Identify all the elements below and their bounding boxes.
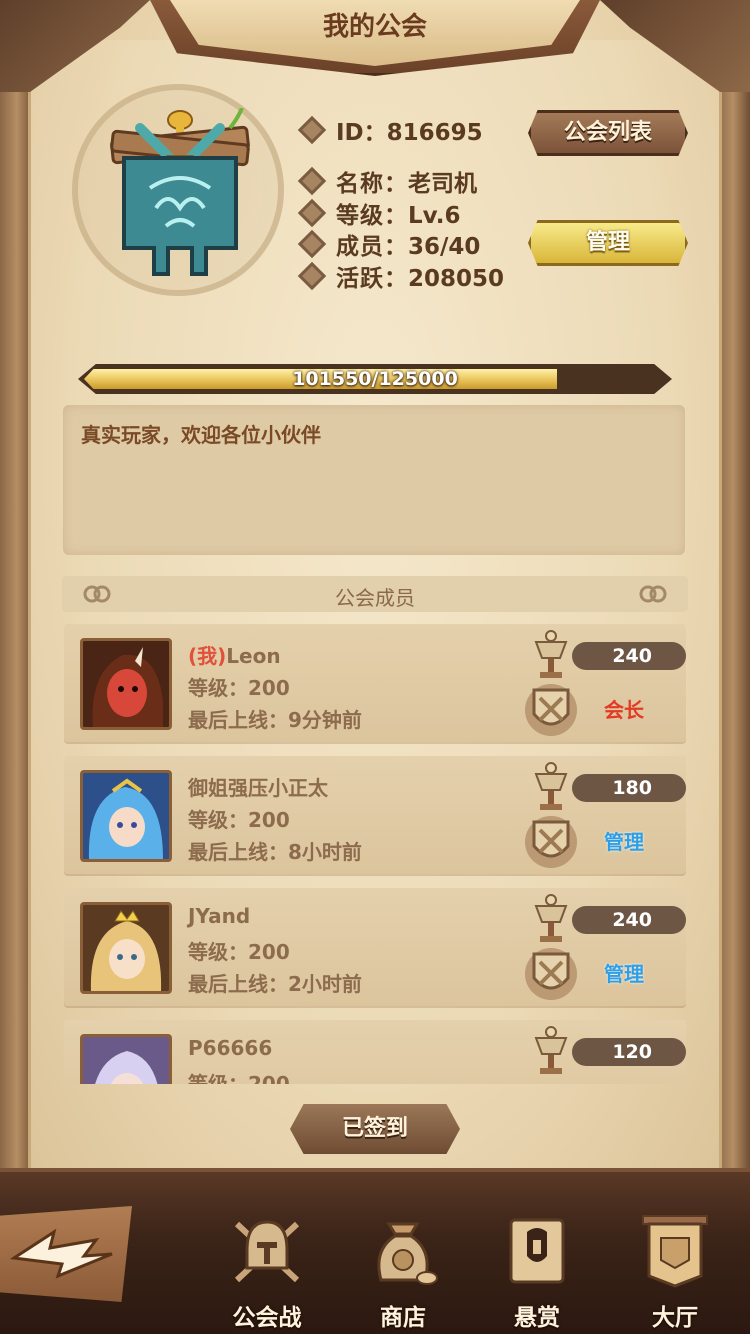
crossed-swords-shield-icon[interactable]	[522, 812, 580, 870]
announcement-text: 真实玩家，欢迎各位小伙伴	[81, 423, 321, 447]
mage-girl-portrait-icon	[83, 773, 169, 859]
guild-banner-icon	[642, 1215, 708, 1288]
member-name: P66666	[188, 1036, 273, 1060]
member-role: 管理	[604, 962, 644, 986]
guild-list-button[interactable]: 公会列表	[528, 110, 688, 156]
member-level: 等级：200	[188, 676, 290, 700]
diamond-bullet-icon	[297, 229, 327, 259]
diamond-bullet-icon	[297, 198, 327, 228]
guild-level: Lv.6	[408, 203, 461, 229]
member-level: 等级：200	[188, 1072, 290, 1084]
guild-activity-row: 活跃：208050	[297, 261, 505, 292]
guild-member-count: 36/40	[408, 234, 481, 260]
member-last-online: 最后上线：2小时前	[188, 972, 362, 996]
guild-activity: 208050	[408, 266, 505, 292]
member-last-online: 最后上线：9分钟前	[188, 708, 362, 732]
avatar[interactable]	[80, 902, 172, 994]
princess-portrait-icon	[83, 905, 169, 991]
diamond-bullet-icon	[297, 261, 327, 291]
member-name: (我)Leon	[188, 644, 281, 668]
crossed-swords-shield-icon[interactable]	[522, 944, 580, 1002]
back-arrow-icon	[9, 1228, 113, 1279]
bounty-scroll-icon	[509, 1218, 565, 1284]
members-section-title: 公会成员	[335, 586, 415, 610]
contribution-score: 240	[572, 642, 686, 670]
nav-hall[interactable]: 大厅	[620, 1210, 730, 1331]
nav-bounty-label: 悬赏	[514, 1305, 560, 1331]
avatar[interactable]	[80, 638, 172, 730]
guild-exp-bar: 101550/125000	[78, 364, 672, 394]
money-bag-icon	[377, 1222, 438, 1285]
diamond-bullet-icon	[297, 166, 327, 196]
demon-hero-portrait-icon	[83, 641, 169, 727]
trophy-icon	[534, 762, 568, 810]
announcement-box[interactable]: 真实玩家，欢迎各位小伙伴	[63, 405, 685, 555]
nav-hall-label: 大厅	[652, 1305, 698, 1331]
member-row[interactable]: P66666 等级：200 120	[64, 1020, 686, 1084]
me-tag: (我)	[188, 644, 227, 668]
trophy-icon	[534, 1026, 568, 1074]
silver-hair-portrait-icon	[83, 1037, 169, 1084]
avatar[interactable]	[80, 770, 172, 862]
nav-guild-war-label: 公会战	[232, 1305, 302, 1331]
member-row[interactable]: (我)Leon 等级：200 最后上线：9分钟前 240 会长	[64, 624, 686, 742]
guild-exp-text: 101550/125000	[292, 368, 458, 390]
member-last-online: 最后上线：8小时前	[188, 840, 362, 864]
manage-button[interactable]: 管理	[528, 220, 688, 266]
member-level: 等级：200	[188, 808, 290, 832]
member-role: 会长	[604, 698, 644, 722]
knot-ornament-icon	[639, 585, 667, 603]
member-row[interactable]: JYand 等级：200 最后上线：2小时前 240 管理	[64, 888, 686, 1006]
member-level: 等级：200	[188, 940, 290, 964]
guild-id-row: ID：816695	[297, 115, 483, 146]
guild-level-row: 等级：Lv.6	[297, 198, 461, 229]
trophy-icon	[534, 894, 568, 942]
guild-name: 老司机	[408, 171, 477, 197]
member-row[interactable]: 御姐强压小正太 等级：200 最后上线：8小时前 180 管理	[64, 756, 686, 874]
crossed-swords-shield-icon[interactable]	[522, 680, 580, 738]
guild-members-row: 成员：36/40	[297, 229, 481, 260]
helmet-crossed-swords-icon	[234, 1220, 300, 1283]
trophy-icon	[534, 630, 568, 678]
member-name: JYand	[188, 904, 251, 928]
guild-name-row: 名称：老司机	[297, 166, 477, 197]
member-list[interactable]: (我)Leon 等级：200 最后上线：9分钟前 240 会长 御姐强压小正太 …	[64, 620, 688, 1084]
guild-id: 816695	[386, 120, 483, 146]
nav-shop-label: 商店	[380, 1305, 426, 1331]
members-section-header: 公会成员	[62, 576, 688, 612]
page-title: 我的公会	[322, 12, 427, 42]
diamond-bullet-icon	[297, 115, 327, 145]
member-role: 管理	[604, 830, 644, 854]
avatar[interactable]	[80, 1034, 172, 1084]
nav-shop[interactable]: 商店	[348, 1210, 458, 1331]
nav-bounty[interactable]: 悬赏	[482, 1210, 592, 1331]
contribution-score: 180	[572, 774, 686, 802]
member-name: 御姐强压小正太	[188, 776, 328, 800]
contribution-score: 120	[572, 1038, 686, 1066]
contribution-score: 240	[572, 906, 686, 934]
guild-emblem-icon	[110, 108, 250, 276]
signed-in-button[interactable]: 已签到	[290, 1104, 460, 1154]
back-button[interactable]	[0, 1206, 132, 1302]
nav-guild-war[interactable]: 公会战	[212, 1210, 322, 1331]
